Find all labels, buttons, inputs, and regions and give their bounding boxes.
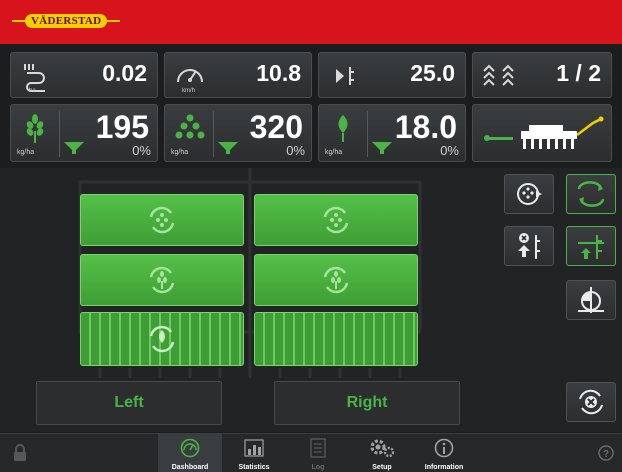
rate-tile-seed[interactable]: kg/ha 195 0% (10, 104, 158, 162)
seed-hopper-cycle-icon (323, 206, 349, 234)
help-icon[interactable]: ? (598, 445, 614, 466)
rate-value: 18.0 (394, 109, 457, 145)
tramline-value: 1 / 2 (556, 60, 601, 86)
nav-setup[interactable]: Setup (350, 434, 414, 472)
wheat-icon (26, 114, 44, 143)
rate-unit: kg/ha (325, 149, 343, 156)
area-tile[interactable]: ha 0.02 (10, 52, 158, 98)
track-marker-icon (577, 181, 605, 207)
rate-value: 320 (249, 109, 303, 145)
header-bar: VÄDERSTAD (0, 0, 622, 44)
nav-label: Dashboard (171, 464, 209, 471)
seed-meter-cycle-icon (149, 266, 175, 294)
nav-log[interactable]: Log (286, 434, 350, 472)
section-reset-icon (579, 389, 603, 415)
seed-meter-cycle-icon (323, 266, 349, 294)
area-unit: ha (29, 88, 36, 93)
half-width-button[interactable] (566, 280, 616, 320)
rate-percent: 0% (132, 143, 151, 158)
marker-tile[interactable]: 25.0 (318, 52, 466, 98)
info-icon (434, 438, 454, 458)
nav-label: Information (424, 464, 464, 471)
sprout-icon (338, 115, 348, 142)
granules-icon (175, 114, 205, 139)
rate-unit: kg/ha (171, 149, 189, 156)
gears-icon (370, 439, 395, 458)
nav-statistics[interactable]: Statistics (222, 434, 286, 472)
nav-label: Statistics (238, 464, 270, 471)
rate-percent: 0% (286, 143, 305, 158)
section-right-seed-hopper[interactable] (254, 194, 418, 246)
funnel-icon (218, 142, 238, 154)
lock-icon[interactable] (12, 444, 28, 467)
nav-label: Setup (372, 464, 392, 471)
area-value: 0.02 (102, 60, 147, 86)
section-reset-button[interactable] (566, 382, 616, 422)
speed-unit: km/h (182, 88, 195, 94)
funnel-icon (64, 142, 84, 154)
dashboard-icon (180, 438, 200, 458)
marker-distance-icon (336, 67, 354, 85)
section-right-rows[interactable] (254, 312, 418, 366)
nav-information[interactable]: Information (412, 434, 476, 472)
funnel-icon (372, 142, 392, 154)
right-section-button[interactable]: Right (274, 381, 460, 425)
nav-label: Log (311, 464, 325, 471)
area-counter-icon: ha (24, 64, 45, 93)
marker-off-icon (518, 233, 540, 259)
rate-tile-fertilizer[interactable]: kg/ha 320 0% (164, 104, 312, 162)
nav-dashboard[interactable]: Dashboard (158, 434, 222, 472)
rows-cycle-icon (149, 325, 175, 353)
half-width-icon (578, 287, 604, 313)
seed-rotate-button[interactable] (504, 174, 554, 214)
marker-raise-icon (578, 235, 604, 259)
rate-unit: kg/ha (17, 149, 35, 156)
drill-implement-icon (484, 116, 604, 149)
marker-value: 25.0 (410, 60, 455, 86)
rate-value: 195 (95, 109, 149, 145)
section-right-seed-meter[interactable] (254, 254, 418, 306)
speed-value: 10.8 (256, 60, 301, 86)
svg-text:?: ? (603, 449, 609, 460)
bottom-navigation: Dashboard Statistics Log Setup Informati… (0, 433, 622, 472)
pre-emergence-marker-button[interactable] (566, 226, 616, 266)
speed-tile[interactable]: km/h 10.8 (164, 52, 312, 98)
vaderstad-logo: VÄDERSTAD (12, 13, 121, 29)
section-left-seed-hopper[interactable] (80, 194, 244, 246)
speedometer-icon: km/h (177, 69, 203, 94)
tramline-icon (483, 64, 514, 86)
track-marker-button[interactable] (566, 174, 616, 214)
statistics-icon (244, 439, 264, 457)
section-left-seed-meter[interactable] (80, 254, 244, 306)
left-section-button[interactable]: Left (36, 381, 222, 425)
pre-emergence-marker-off-button[interactable] (504, 226, 554, 266)
log-icon (310, 438, 326, 458)
rate-percent: 0% (440, 143, 459, 158)
tramline-tile[interactable]: 1 / 2 (472, 52, 612, 98)
seed-rotate-icon (517, 183, 542, 205)
rate-tile-microgranule[interactable]: kg/ha 18.0 0% (318, 104, 466, 162)
seed-hopper-cycle-icon (149, 206, 175, 234)
brand-name: VÄDERSTAD (25, 14, 108, 28)
implement-tile[interactable] (472, 104, 612, 162)
section-left-rows[interactable] (80, 312, 244, 366)
